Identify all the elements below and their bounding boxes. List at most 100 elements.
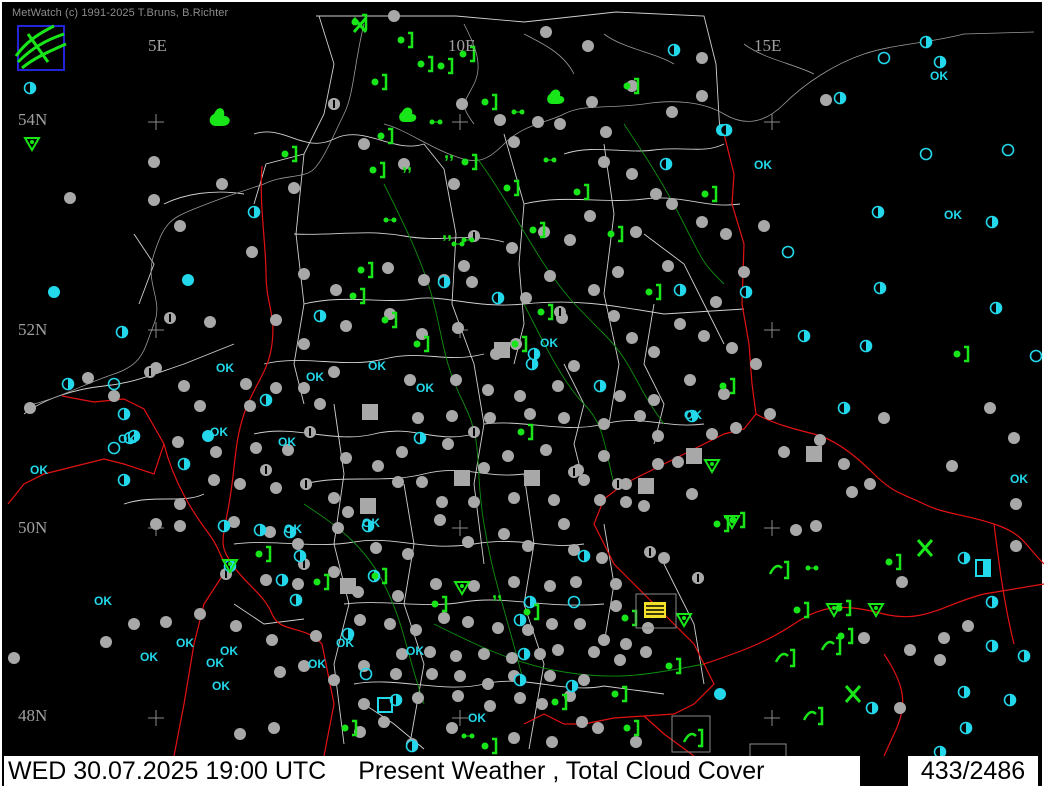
overcast-station-icon [390, 668, 402, 680]
overcast-station-icon [810, 520, 822, 532]
mostly-cloudy-station-icon [328, 98, 340, 110]
weather-map[interactable]: ,,,,,,,, [4, 4, 1044, 759]
overcast-station-icon [674, 318, 686, 330]
rain-icon [429, 119, 443, 125]
mostly-cloudy-station-icon [692, 572, 704, 584]
partly-cloudy-station-icon [797, 329, 811, 343]
overcast-station-icon [446, 410, 458, 422]
overcast-station-icon [448, 178, 460, 190]
partly-cloudy-station-icon [985, 595, 999, 609]
rain-shower-icon [437, 57, 454, 75]
sky-obscured-icon [454, 470, 470, 486]
longitude-label-10e: 10E [448, 36, 476, 55]
partly-cloudy-station-icon [673, 283, 687, 297]
drizzle-icon: ,, [442, 222, 452, 242]
overcast-station-icon [270, 314, 282, 326]
copyright-credit: MetWatch (c) 1991-2025 T.Bruns, B.Richte… [12, 7, 229, 19]
sky-obscured-icon [340, 578, 356, 594]
overcast-station-icon [314, 398, 326, 410]
overcast-station-icon [1010, 540, 1022, 552]
partly-cloudy-station-icon [491, 291, 505, 305]
svg-text:,,: ,, [492, 582, 502, 602]
partly-cloudy-station-icon [989, 301, 1003, 315]
partly-cloudy-station-icon [859, 339, 873, 353]
partly-cloudy-station-icon [117, 407, 131, 421]
overcast-station-icon [514, 692, 526, 704]
rain-shower-icon [357, 261, 374, 279]
sky-obscured-icon [686, 448, 702, 464]
svg-text:,,: ,, [402, 154, 412, 174]
overcast-station-icon [430, 578, 442, 590]
partly-cloudy-station-icon [289, 593, 303, 607]
overcast-station-icon [540, 444, 552, 456]
rain-shower-icon [313, 573, 330, 591]
partly-cloudy-station-icon [177, 457, 191, 471]
rain-shower-icon [517, 423, 534, 441]
overcast-station-icon [544, 670, 556, 682]
ok-label: OK [176, 636, 194, 650]
partly-cloudy-station-icon [117, 473, 131, 487]
partly-cloudy-station-icon [23, 81, 37, 95]
ok-label: OK [540, 336, 558, 350]
overcast-station-icon [558, 518, 570, 530]
ok-label: OK [284, 522, 302, 536]
overcast-station-icon [446, 722, 458, 734]
rain-shower-icon [537, 303, 554, 321]
overcast-station-icon [246, 246, 258, 258]
lightning-icon [802, 706, 824, 726]
overcast-station-icon [270, 382, 282, 394]
overcast-station-icon [384, 618, 396, 630]
overcast-station-icon [630, 226, 642, 238]
status-bar: WED 30.07.2025 19:00 UTC Present Weather … [2, 756, 1042, 786]
overcast-station-icon [576, 716, 588, 728]
overcast-station-icon [172, 436, 184, 448]
overcast-station-icon [904, 644, 916, 656]
overcast-station-icon [174, 520, 186, 532]
overcast-station-icon [340, 320, 352, 332]
partly-cloudy-station-icon [259, 393, 273, 407]
overcast-station-icon [864, 478, 876, 490]
partly-cloudy-station-icon [871, 205, 885, 219]
overcast-station-icon [462, 536, 474, 548]
overcast-station-icon [402, 548, 414, 560]
overcast-station-icon [108, 390, 120, 402]
rain-shower-icon [481, 737, 498, 755]
rain-icon [805, 565, 819, 571]
svg-text:,,: ,, [444, 142, 454, 162]
overcast-station-icon [544, 270, 556, 282]
overcast-station-icon [452, 690, 464, 702]
overcast-station-icon [534, 648, 546, 660]
overcast-station-icon [630, 736, 642, 748]
overcast-station-icon [160, 616, 172, 628]
mostly-cloudy-station-icon [300, 478, 312, 490]
overcast-station-icon [598, 634, 610, 646]
lightning-icon [820, 636, 842, 656]
partly-cloudy-station-icon [313, 309, 327, 323]
overcast-station-icon [372, 460, 384, 472]
partly-cloudy-station-icon [115, 325, 129, 339]
ok-label: OK [1010, 472, 1028, 486]
overcast-station-icon [410, 624, 422, 636]
overcast-station-icon [358, 698, 370, 710]
partly-cloudy-station-icon [1003, 693, 1017, 707]
partly-cloudy-station-icon [525, 357, 539, 371]
overcast-station-icon [412, 692, 424, 704]
partly-cloudy-station-icon [413, 431, 427, 445]
overcast-station-icon [750, 358, 762, 370]
latitude-label-54n: 54N [18, 110, 48, 129]
overcast-station-icon [738, 266, 750, 278]
overcast-station-icon [546, 736, 558, 748]
overcast-station-icon [466, 276, 478, 288]
overcast-station-icon [240, 378, 252, 390]
latitude-label-48n: 48N [18, 706, 48, 725]
rain-icon [461, 733, 475, 739]
partly-cloudy-station-icon [959, 721, 973, 735]
mostly-cloudy-station-icon [644, 546, 656, 558]
map-frame: ,,,,,,,, MetWatch (c) 1991-2025 T.Bruns,… [0, 0, 1044, 788]
overcast-station-icon [482, 678, 494, 690]
partly-cloudy-station-icon [865, 701, 879, 715]
overcast-station-icon [392, 590, 404, 602]
overcast-station-icon [416, 476, 428, 488]
ok-label: OK [30, 463, 48, 477]
overcast-station-icon [298, 338, 310, 350]
